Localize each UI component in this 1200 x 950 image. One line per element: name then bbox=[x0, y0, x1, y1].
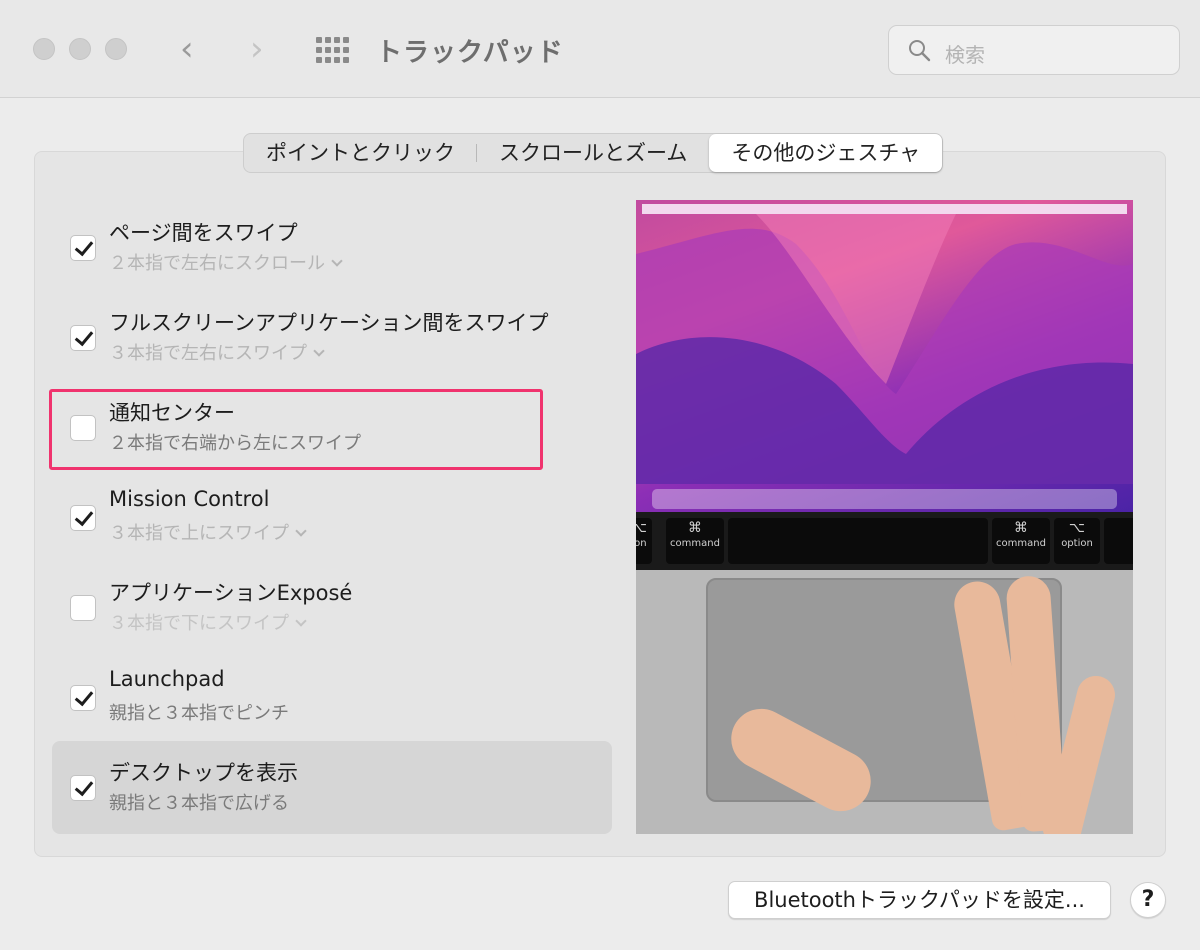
search-field[interactable]: 検索 bbox=[888, 25, 1180, 75]
gesture-detail-popup[interactable]: ３本指で下にスワイプ bbox=[109, 609, 307, 635]
gesture-label: アプリケーションExposé bbox=[109, 581, 353, 605]
key-option-left: ⌥ion bbox=[636, 518, 652, 564]
preview-screen bbox=[636, 200, 1133, 512]
preview-dock bbox=[652, 489, 1117, 509]
key-command-left: ⌘ command bbox=[666, 518, 724, 564]
launchpad-checkbox[interactable] bbox=[70, 685, 96, 711]
magnifier-icon bbox=[909, 40, 931, 62]
gesture-label: ページ間をスワイプ bbox=[109, 221, 298, 245]
gesture-label: フルスクリーンアプリケーション間をスワイプ bbox=[109, 311, 549, 335]
gesture-label: デスクトップを表示 bbox=[109, 761, 298, 785]
minimize-window-button[interactable] bbox=[69, 38, 91, 60]
notification-center-checkbox[interactable] bbox=[70, 415, 96, 441]
show-desktop-checkbox[interactable] bbox=[70, 775, 96, 801]
gesture-row-mission-control: Mission Control ３本指で上にスワイプ bbox=[52, 475, 612, 565]
gesture-row-app-expose: アプリケーションExposé ３本指で下にスワイプ bbox=[52, 565, 612, 655]
key-arrow bbox=[1104, 518, 1133, 564]
swipe-pages-checkbox[interactable] bbox=[70, 235, 96, 261]
zoom-window-button[interactable] bbox=[105, 38, 127, 60]
mission-control-checkbox[interactable] bbox=[70, 505, 96, 531]
gesture-detail-popup[interactable]: ３本指で上にスワイプ bbox=[109, 519, 307, 545]
help-button[interactable]: ? bbox=[1130, 882, 1166, 918]
chevron-down-icon bbox=[295, 615, 307, 627]
preview-palm-rest bbox=[636, 570, 1133, 834]
wallpaper-waves bbox=[636, 214, 1133, 484]
tab-point-and-click[interactable]: ポイントとクリック bbox=[244, 134, 477, 172]
tab-more-gestures[interactable]: その他のジェスチャ bbox=[709, 134, 943, 172]
gesture-detail-popup[interactable]: ３本指で左右にスワイプ bbox=[109, 339, 325, 365]
gesture-row-notification-center: 通知センター ２本指で右端から左にスワイプ bbox=[52, 385, 612, 475]
app-expose-checkbox[interactable] bbox=[70, 595, 96, 621]
gesture-label: Mission Control bbox=[109, 487, 270, 511]
chevron-right-icon[interactable]: › bbox=[250, 30, 264, 68]
gesture-preview-video: ⌥ion ⌘command ⌘command ⌥option bbox=[636, 200, 1133, 834]
swipe-fullscreen-apps-checkbox[interactable] bbox=[70, 325, 96, 351]
key-space bbox=[728, 518, 988, 564]
key-command-right: ⌘ command bbox=[992, 518, 1050, 564]
key-option-right: ⌥ option bbox=[1054, 518, 1100, 564]
gesture-row-swipe-pages: ページ間をスワイプ ２本指で左右にスクロール bbox=[52, 205, 612, 295]
close-window-button[interactable] bbox=[33, 38, 55, 60]
gesture-row-show-desktop[interactable]: デスクトップを表示 親指と３本指で広げる bbox=[52, 741, 612, 834]
show-all-grid-icon[interactable] bbox=[316, 37, 349, 63]
tab-bar: ポイントとクリック スクロールとズーム その他のジェスチャ bbox=[243, 133, 944, 173]
title-bar: ‹ › トラックパッド 検索 bbox=[0, 0, 1200, 98]
gesture-row-swipe-fullscreen-apps: フルスクリーンアプリケーション間をスワイプ ３本指で左右にスワイプ bbox=[52, 295, 612, 385]
chevron-down-icon bbox=[295, 525, 307, 537]
gesture-detail: ２本指で右端から左にスワイプ bbox=[109, 433, 361, 454]
gesture-label: 通知センター bbox=[109, 401, 235, 425]
gesture-detail-popup[interactable]: ２本指で左右にスクロール bbox=[109, 249, 343, 275]
search-placeholder: 検索 bbox=[945, 43, 985, 67]
gesture-detail: 親指と３本指でピンチ bbox=[109, 703, 289, 724]
preview-menubar bbox=[642, 204, 1127, 214]
chevron-left-icon[interactable]: ‹ bbox=[180, 30, 194, 68]
chevron-down-icon bbox=[331, 255, 343, 267]
preview-keyboard: ⌥ion ⌘command ⌘command ⌥option bbox=[636, 512, 1133, 570]
gesture-detail: 親指と３本指で広げる bbox=[109, 793, 289, 814]
setup-bluetooth-trackpad-button[interactable]: Bluetoothトラックパッドを設定... bbox=[728, 881, 1111, 919]
tab-scroll-and-zoom[interactable]: スクロールとズーム bbox=[477, 134, 709, 172]
gesture-row-launchpad: Launchpad 親指と３本指でピンチ bbox=[52, 655, 612, 745]
chevron-down-icon bbox=[313, 345, 325, 357]
window-title: トラックパッド bbox=[376, 38, 564, 68]
gesture-label: Launchpad bbox=[109, 667, 225, 691]
